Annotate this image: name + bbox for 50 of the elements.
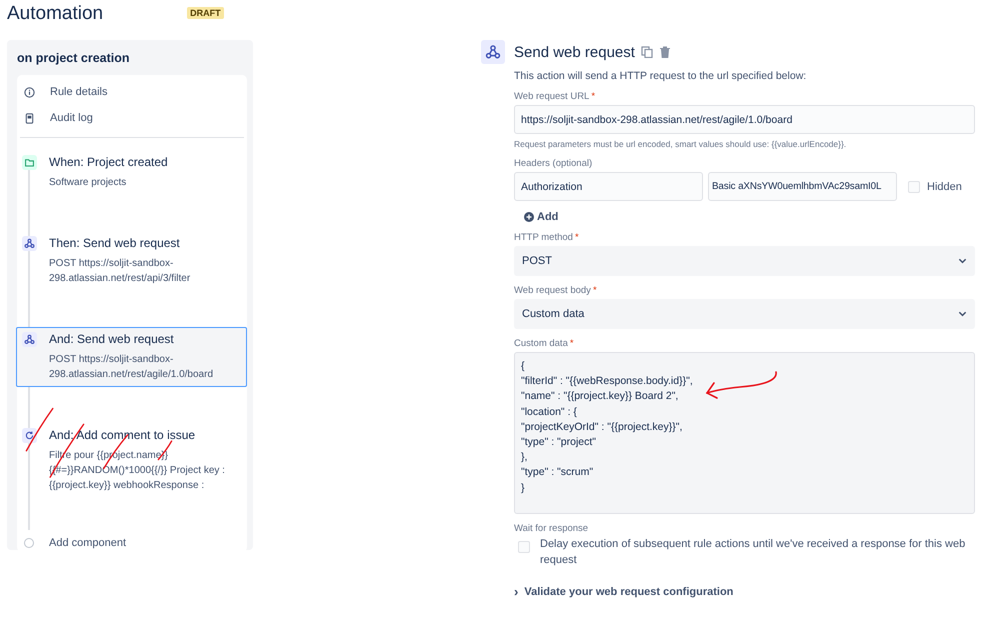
- folder-icon: [24, 157, 35, 168]
- rule-step[interactable]: When: Project created Software projects: [16, 150, 247, 195]
- step-title: When: Project created: [49, 155, 169, 170]
- custom-data-field[interactable]: { "filterId" : "{{webResponse.body.id}}", "name" : "{{project.key}} Board 2", "location" : { "projectKeyOrId" : "{{project.key}}", "type" : "project" }, "type" : "scrum" }: [514, 352, 975, 514]
- validate-toggle[interactable]: › Validate your web request configuration: [514, 584, 734, 599]
- rule-name: on project creation: [17, 50, 131, 67]
- field-hint: Request parameters must be url encoded, smart values should use: {{value.urlEncode}}.: [514, 139, 848, 149]
- header-value-field[interactable]: Basic aXNsYW0uemlhbmVAc29samI0L: [708, 172, 897, 201]
- action-description: This action will send a HTTP request to the url specified below:: [514, 70, 808, 82]
- step-title: And: Send web request: [49, 332, 175, 347]
- hidden-checkbox[interactable]: [908, 180, 920, 192]
- step-detail: POST https://soljit-sandbox-298.atlassian.net/rest/agile/1.0/board: [49, 353, 214, 382]
- url-field[interactable]: https://soljit-sandbox-298.atlassian.net/rest/agile/1.0/board: [514, 105, 975, 134]
- checkbox-label: Delay execution of subsequent rule actions until we've received a response for this web request: [540, 537, 966, 568]
- add-header-button[interactable]: Add: [524, 211, 568, 223]
- rule-step[interactable]: Then: Send web request POST https://soljit-sandbox-298.atlassian.net/rest/api/3/filter: [16, 231, 247, 291]
- webhook-icon: [481, 40, 505, 64]
- status-badge: DRAFT: [187, 7, 224, 19]
- info-icon: [24, 86, 35, 98]
- step-detail: POST https://soljit-sandbox-298.atlassian.net/rest/api/3/filter: [49, 257, 192, 286]
- webhook-icon: [24, 334, 35, 345]
- step-title: And: Add comment to issue: [49, 428, 196, 443]
- field-label: Wait for response: [514, 523, 590, 534]
- trash-icon[interactable]: [658, 46, 671, 58]
- refresh-icon: [24, 430, 35, 441]
- field-label: HTTP method *: [514, 232, 580, 243]
- chevron-down-icon: [958, 311, 967, 317]
- method-dropdown[interactable]: POST: [514, 246, 975, 276]
- body-dropdown[interactable]: Custom data: [514, 299, 975, 329]
- rule-step[interactable]: And: Send web request POST https://soljit-sandbox-298.atlassian.net/rest/agile/1.0/board: [16, 327, 247, 387]
- add-component-item[interactable]: Add component: [16, 532, 247, 554]
- copy-icon[interactable]: [640, 46, 653, 58]
- checkbox-label: Hidden: [927, 180, 962, 192]
- sidebar-item[interactable]: Rule details: [17, 79, 247, 105]
- step-detail: Software projects: [49, 176, 128, 190]
- sidebar-item[interactable]: Audit log: [17, 105, 247, 131]
- page-title: Automation: [7, 3, 104, 25]
- field-label: Web request body *: [514, 285, 598, 296]
- chevron-down-icon: [958, 258, 967, 264]
- field-label: Headers (optional): [514, 158, 594, 169]
- wait-checkbox[interactable]: [518, 541, 530, 553]
- document-icon: [24, 112, 35, 124]
- circle-icon: [24, 538, 34, 548]
- action-title: Send web request: [514, 44, 635, 60]
- header-name-field[interactable]: Authorization: [514, 172, 703, 201]
- step-title: Then: Send web request: [49, 236, 181, 251]
- plus-icon: [524, 212, 534, 222]
- field-label: Custom data *: [514, 338, 575, 349]
- field-label: Web request URL *: [514, 91, 596, 102]
- webhook-icon: [24, 238, 35, 249]
